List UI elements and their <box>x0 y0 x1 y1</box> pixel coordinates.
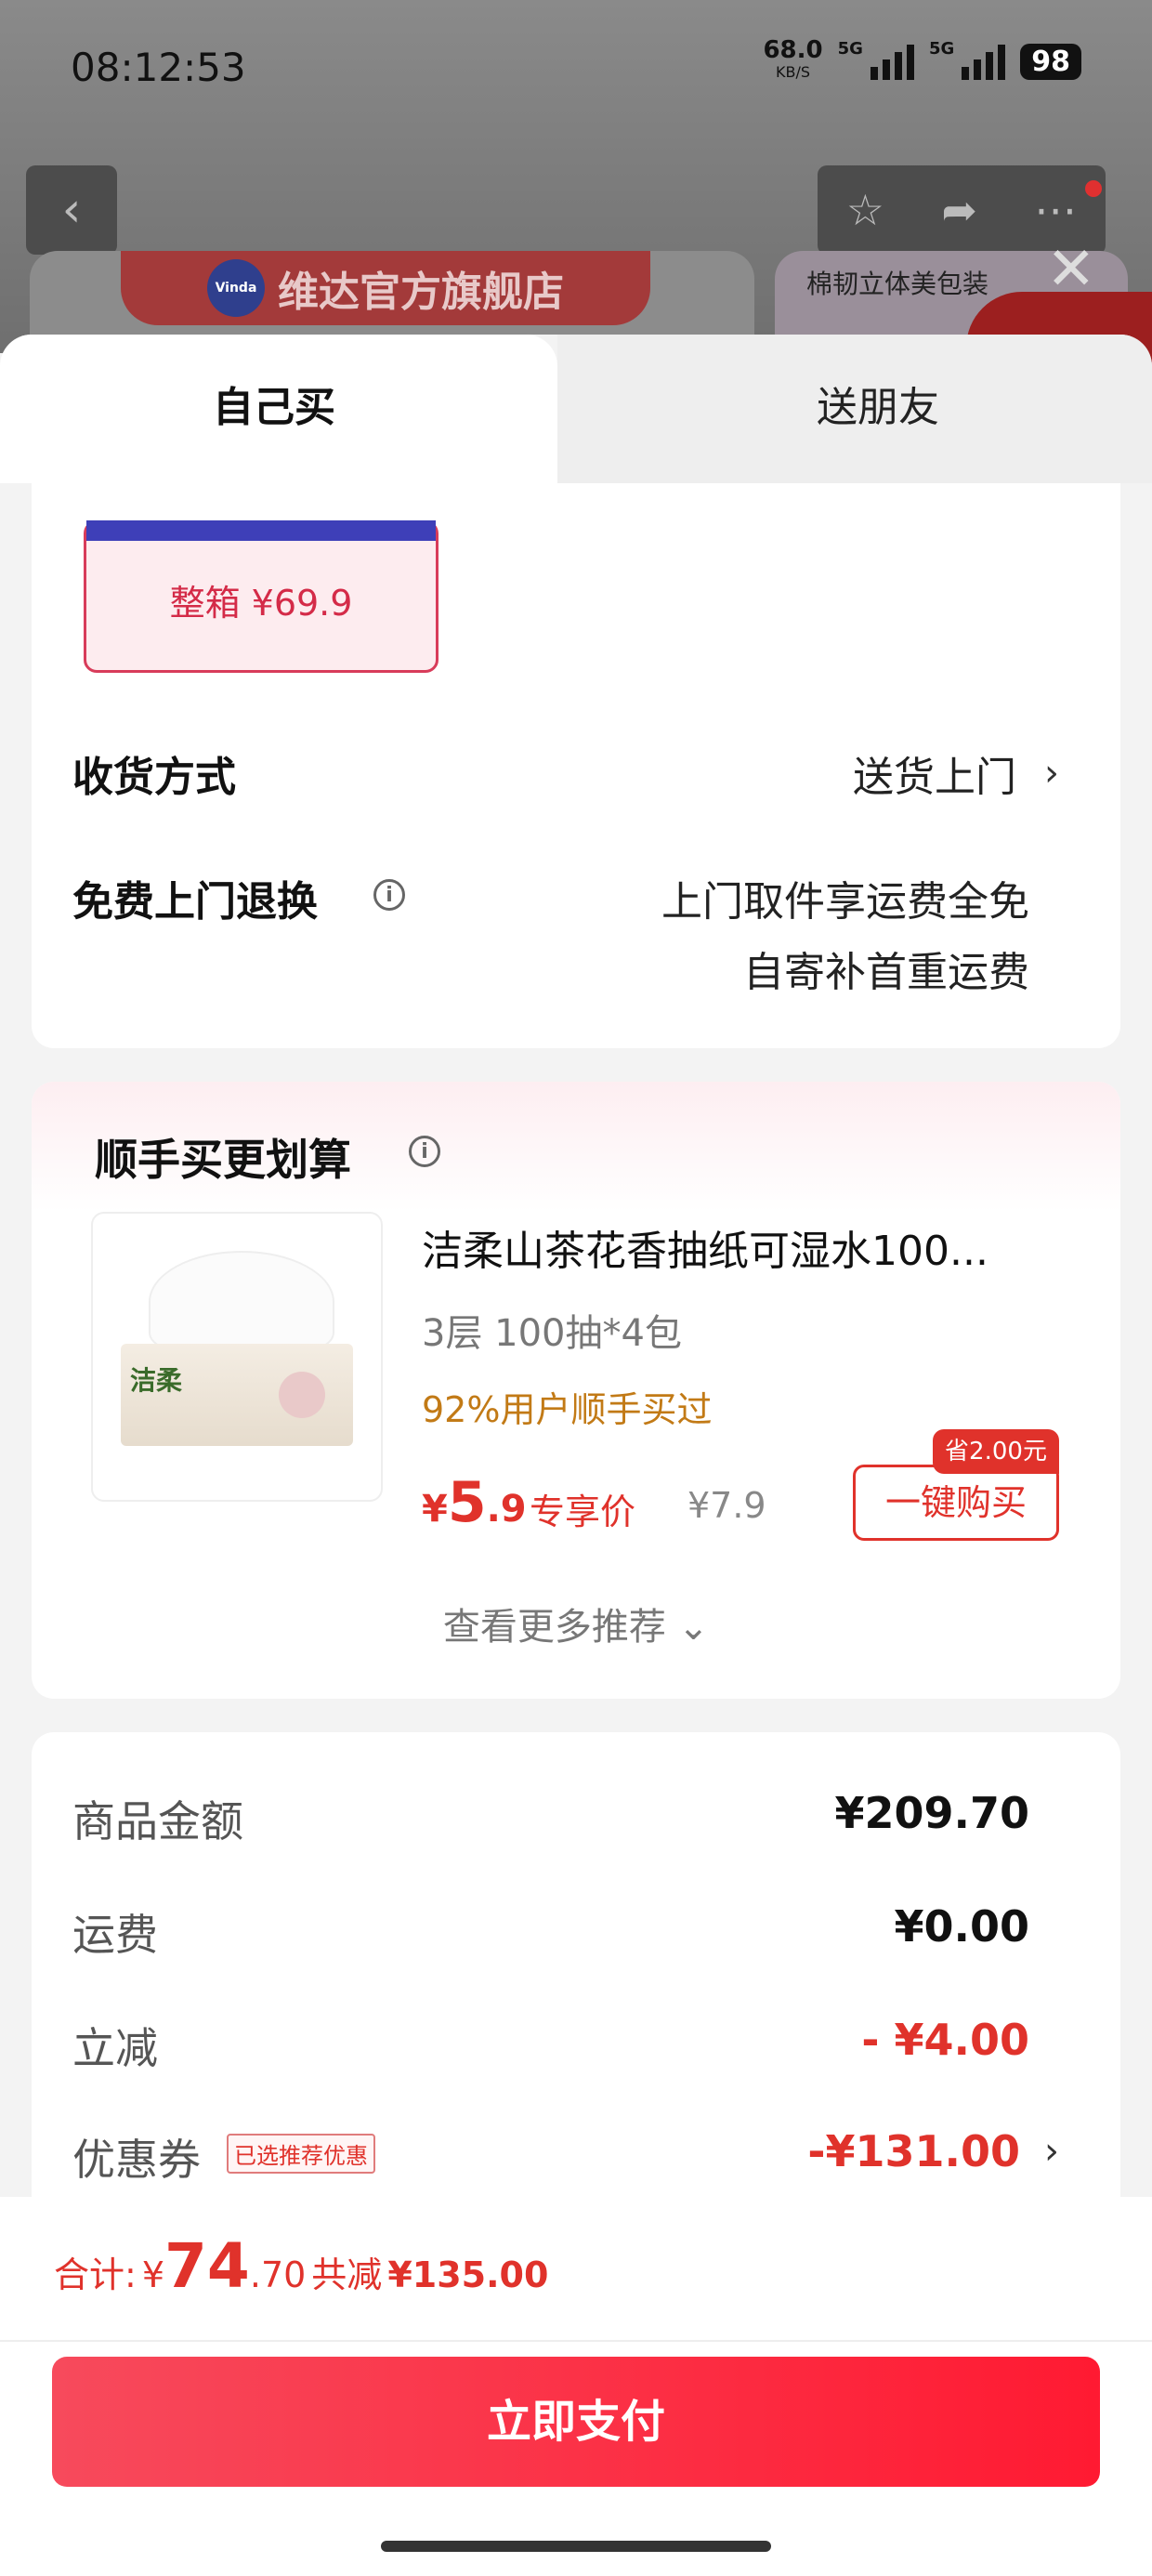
signal-label-2: 5G <box>928 39 955 59</box>
shipping-value: ¥0.00 <box>894 1901 1029 1952</box>
store-banner: Vinda 维达官方旗舰店 <box>121 251 650 325</box>
price-tag: 专享价 <box>530 1492 636 1532</box>
total-label: 合计: <box>54 2254 137 2295</box>
close-icon[interactable]: ✕ <box>1046 240 1096 299</box>
chevron-right-icon: › <box>1044 2130 1059 2173</box>
sku-strip <box>86 520 436 541</box>
status-time: 08:12:53 <box>71 45 246 90</box>
coupon-row[interactable]: -¥131.00 › <box>807 2126 1059 2176</box>
product-image[interactable]: 洁柔 <box>91 1212 383 1502</box>
delivery-label: 收货方式 <box>72 754 236 801</box>
one-click-buy-button[interactable]: 一键购买 <box>853 1465 1059 1541</box>
product-price: ¥5.9 <box>422 1470 527 1535</box>
vinda-logo: Vinda <box>207 259 265 317</box>
coupon-label: 优惠券 <box>72 2135 201 2185</box>
total-line: 合计: ¥74.70 共减 ¥135.00 <box>54 2230 548 2302</box>
sku-label: 整箱 ¥69.9 <box>169 583 353 624</box>
store-name: 维达官方旗舰店 <box>278 269 564 316</box>
tissue-illustration <box>149 1251 334 1353</box>
saved-value: ¥135.00 <box>387 2254 549 2295</box>
footer-divider <box>0 2340 1152 2342</box>
coupon-value: -¥131.00 <box>807 2126 1020 2176</box>
return-label: 免费上门退换 <box>72 878 318 926</box>
product-spec: 3层 100抽*4包 <box>422 1312 682 1355</box>
return-line1: 上门取件享运费全免 <box>661 878 1029 926</box>
flower-graphic <box>279 1372 325 1418</box>
tab-friend[interactable]: 送朋友 <box>557 374 1152 433</box>
pay-now-button[interactable]: 立即支付 <box>52 2357 1100 2487</box>
bought-rate: 92%用户顺手买过 <box>422 1389 713 1430</box>
home-indicator <box>381 2541 771 2552</box>
product-name[interactable]: 洁柔山茶花香抽纸可湿水100... <box>422 1217 1035 1277</box>
status-icons: 68.0 KB/S 5G 5G 98 <box>763 36 1081 84</box>
battery-icon: 98 <box>1020 43 1081 80</box>
signal-label-1: 5G <box>837 39 863 59</box>
tab-self[interactable]: 自己买 <box>0 374 548 433</box>
goods-amount-value: ¥209.70 <box>834 1788 1029 1838</box>
notification-dot <box>1085 180 1102 197</box>
info-icon[interactable]: i <box>409 1136 440 1167</box>
discount-value: - ¥4.00 <box>861 2015 1029 2065</box>
info-icon[interactable]: i <box>373 879 405 911</box>
more-recommend-link[interactable]: 查看更多推荐 ⌄ <box>32 1597 1120 1650</box>
goods-amount-label: 商品金额 <box>72 1796 243 1847</box>
coupon-badge: 已选推荐优惠 <box>227 2134 375 2174</box>
delivery-row[interactable]: 送货上门 › <box>853 743 1059 803</box>
pack-brand: 洁柔 <box>130 1365 183 1396</box>
delivery-value: 送货上门 <box>853 754 1016 801</box>
saved-label: 共减 <box>311 2254 383 2295</box>
return-line2: 自寄补首重运费 <box>743 949 1029 996</box>
back-button[interactable]: ‹ <box>26 165 117 255</box>
signal-icon <box>870 43 914 80</box>
save-badge: 省2.00元 <box>933 1429 1059 1474</box>
chevron-right-icon: › <box>1044 752 1059 795</box>
more-icon[interactable]: ⋯ <box>1034 185 1077 235</box>
shipping-label: 运费 <box>72 1910 158 1960</box>
net-speed: 68.0 KB/S <box>763 36 823 81</box>
star-icon[interactable]: ☆ <box>846 185 884 235</box>
signal-icon-2 <box>962 43 1006 80</box>
original-price: ¥7.9 <box>687 1485 766 1526</box>
chevron-left-icon: ‹ <box>61 182 82 238</box>
recommend-title: 顺手买更划算 <box>95 1135 351 1185</box>
discount-label: 立减 <box>72 2023 158 2073</box>
total-amount: ¥74.70 <box>141 2230 307 2302</box>
share-icon[interactable]: ➦ <box>941 185 977 235</box>
